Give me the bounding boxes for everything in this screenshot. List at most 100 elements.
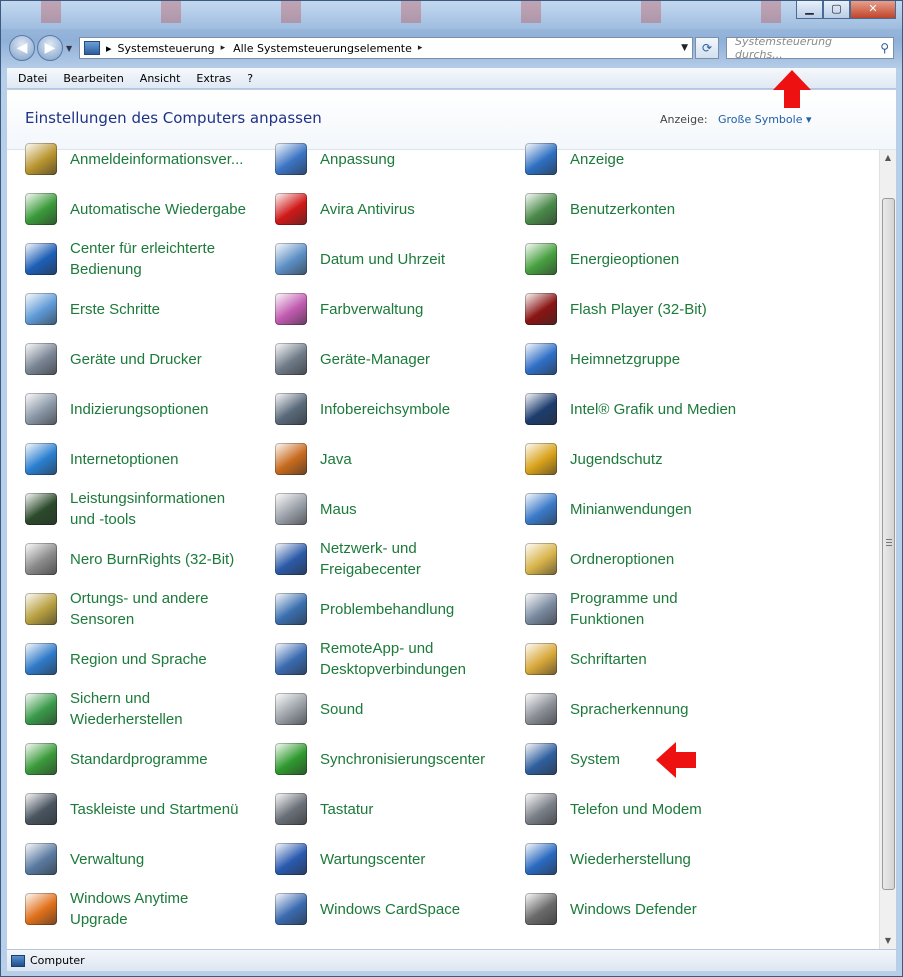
item-label[interactable]: Internetoptionen (70, 449, 178, 470)
control-panel-item[interactable]: Leistungsinformationen und -tools (7, 487, 253, 531)
item-label[interactable]: Ortungs- und andere Sensoren (70, 588, 208, 630)
item-label[interactable]: Indizierungsoptionen (70, 399, 208, 420)
item-label[interactable]: Minianwendungen (570, 499, 692, 520)
control-panel-item[interactable]: Verwaltung (7, 837, 253, 881)
item-label[interactable]: Jugendschutz (570, 449, 663, 470)
recent-pages-dropdown[interactable]: ▼ (66, 44, 72, 53)
item-label[interactable]: Verwaltung (70, 849, 144, 870)
control-panel-item[interactable]: Ortungs- und andere Sensoren (7, 587, 253, 631)
item-label[interactable]: Geräte und Drucker (70, 349, 202, 370)
close-button[interactable]: ✕ (850, 1, 896, 19)
scroll-up-icon[interactable]: ▲ (880, 150, 896, 166)
control-panel-item[interactable]: Intel® Grafik und Medien (507, 387, 753, 431)
scroll-down-icon[interactable]: ▼ (880, 933, 896, 949)
item-label[interactable]: Synchronisierungscenter (320, 749, 485, 770)
item-label[interactable]: Automatische Wiedergabe (70, 199, 246, 220)
item-label[interactable]: Flash Player (32-Bit) (570, 299, 707, 320)
control-panel-item[interactable]: Datum und Uhrzeit (257, 237, 503, 281)
item-label[interactable]: Standardprogramme (70, 749, 208, 770)
control-panel-item[interactable]: Center für erleichterte Bedienung (7, 237, 253, 281)
control-panel-item[interactable]: Spracherkennung (507, 687, 753, 731)
control-panel-item[interactable]: Wartungscenter (257, 837, 503, 881)
vertical-scrollbar[interactable]: ▲ ▼ (879, 150, 896, 949)
item-label[interactable]: RemoteApp- und Desktopverbindungen (320, 638, 466, 680)
item-label[interactable]: Leistungsinformationen und -tools (70, 488, 225, 530)
item-label[interactable]: Wiederherstellung (570, 849, 691, 870)
view-mode-dropdown[interactable]: Große Symbole (718, 113, 812, 126)
control-panel-item[interactable]: Anmeldeinformationsver... (7, 137, 253, 181)
control-panel-item[interactable]: Standardprogramme (7, 737, 253, 781)
refresh-button[interactable]: ⟳ (695, 37, 719, 59)
control-panel-item[interactable]: RemoteApp- und Desktopverbindungen (257, 637, 503, 681)
control-panel-item[interactable]: Problembehandlung (257, 587, 503, 631)
control-panel-item[interactable]: Anzeige (507, 137, 753, 181)
minimize-button[interactable]: ▁ (796, 1, 823, 19)
control-panel-item[interactable]: Wiederherstellung (507, 837, 753, 881)
control-panel-item[interactable]: Benutzerkonten (507, 187, 753, 231)
address-bar[interactable]: ▸ Systemsteuerung ▸ Alle Systemsteuerung… (79, 37, 693, 59)
item-label[interactable]: Windows Anytime Upgrade (70, 888, 188, 930)
control-panel-item[interactable]: Avira Antivirus (257, 187, 503, 231)
control-panel-item[interactable]: Windows CardSpace (257, 887, 503, 931)
menu-ansicht[interactable]: Ansicht (129, 72, 186, 85)
item-label[interactable]: Anzeige (570, 149, 624, 170)
item-label[interactable]: Sichern und Wiederherstellen (70, 688, 183, 730)
control-panel-item[interactable]: Taskleiste und Startmenü (7, 787, 253, 831)
control-panel-item[interactable]: Automatische Wiedergabe (7, 187, 253, 231)
control-panel-item[interactable]: Maus (257, 487, 503, 531)
item-label[interactable]: Windows CardSpace (320, 899, 460, 920)
control-panel-item[interactable]: Heimnetzgruppe (507, 337, 753, 381)
control-panel-item[interactable]: Java (257, 437, 503, 481)
item-label[interactable]: Problembehandlung (320, 599, 454, 620)
control-panel-item[interactable]: Energieoptionen (507, 237, 753, 281)
item-label[interactable]: Region und Sprache (70, 649, 207, 670)
breadcrumb-separator[interactable]: ▸ (418, 43, 423, 53)
control-panel-item[interactable]: Programme und Funktionen (507, 587, 753, 631)
control-panel-item[interactable]: Windows Defender (507, 887, 753, 931)
item-label[interactable]: Erste Schritte (70, 299, 160, 320)
item-label[interactable]: Taskleiste und Startmenü (70, 799, 238, 820)
maximize-button[interactable]: ▢ (823, 1, 850, 19)
control-panel-item[interactable]: Windows Anytime Upgrade (7, 887, 253, 931)
search-icon[interactable]: ⚲ (880, 41, 889, 55)
breadcrumb-separator[interactable]: ▸ (221, 43, 226, 53)
control-panel-item[interactable]: Region und Sprache (7, 637, 253, 681)
item-label[interactable]: Anmeldeinformationsver... (70, 149, 243, 170)
item-label[interactable]: Infobereichsymbole (320, 399, 450, 420)
menu-help[interactable]: ? (236, 72, 258, 85)
control-panel-item[interactable]: Erste Schritte (7, 287, 253, 331)
control-panel-item[interactable]: Minianwendungen (507, 487, 753, 531)
control-panel-item[interactable]: Telefon und Modem (507, 787, 753, 831)
item-label[interactable]: Geräte-Manager (320, 349, 430, 370)
item-label[interactable]: System (570, 749, 620, 770)
item-label[interactable]: Center für erleichterte Bedienung (70, 238, 215, 280)
item-label[interactable]: Windows Defender (570, 899, 697, 920)
item-label[interactable]: Tastatur (320, 799, 373, 820)
item-label[interactable]: Programme und Funktionen (570, 588, 678, 630)
item-label[interactable]: Datum und Uhrzeit (320, 249, 445, 270)
item-label[interactable]: Benutzerkonten (570, 199, 675, 220)
item-label[interactable]: Intel® Grafik und Medien (570, 399, 736, 420)
control-panel-item[interactable]: Geräte und Drucker (7, 337, 253, 381)
control-panel-item[interactable]: Infobereichsymbole (257, 387, 503, 431)
control-panel-item[interactable]: Farbverwaltung (257, 287, 503, 331)
item-label[interactable]: Anpassung (320, 149, 395, 170)
item-label[interactable]: Nero BurnRights (32-Bit) (70, 549, 234, 570)
forward-button[interactable]: ▶ (37, 35, 63, 61)
item-label[interactable]: Energieoptionen (570, 249, 679, 270)
item-label[interactable]: Spracherkennung (570, 699, 688, 720)
menu-extras[interactable]: Extras (185, 72, 236, 85)
item-label[interactable]: Netzwerk- und Freigabecenter (320, 538, 421, 580)
item-label[interactable]: Schriftarten (570, 649, 647, 670)
control-panel-item[interactable]: Netzwerk- und Freigabecenter (257, 537, 503, 581)
menu-bearbeiten[interactable]: Bearbeiten (52, 72, 128, 85)
control-panel-item[interactable]: Anpassung (257, 137, 503, 181)
control-panel-item[interactable]: Schriftarten (507, 637, 753, 681)
control-panel-item[interactable]: Tastatur (257, 787, 503, 831)
title-bar[interactable]: ▁ ▢ ✕ (1, 1, 902, 29)
control-panel-item[interactable]: Jugendschutz (507, 437, 753, 481)
control-panel-item[interactable]: Flash Player (32-Bit) (507, 287, 753, 331)
item-label[interactable]: Avira Antivirus (320, 199, 415, 220)
item-label[interactable]: Heimnetzgruppe (570, 349, 680, 370)
control-panel-item[interactable]: Sichern und Wiederherstellen (7, 687, 253, 731)
